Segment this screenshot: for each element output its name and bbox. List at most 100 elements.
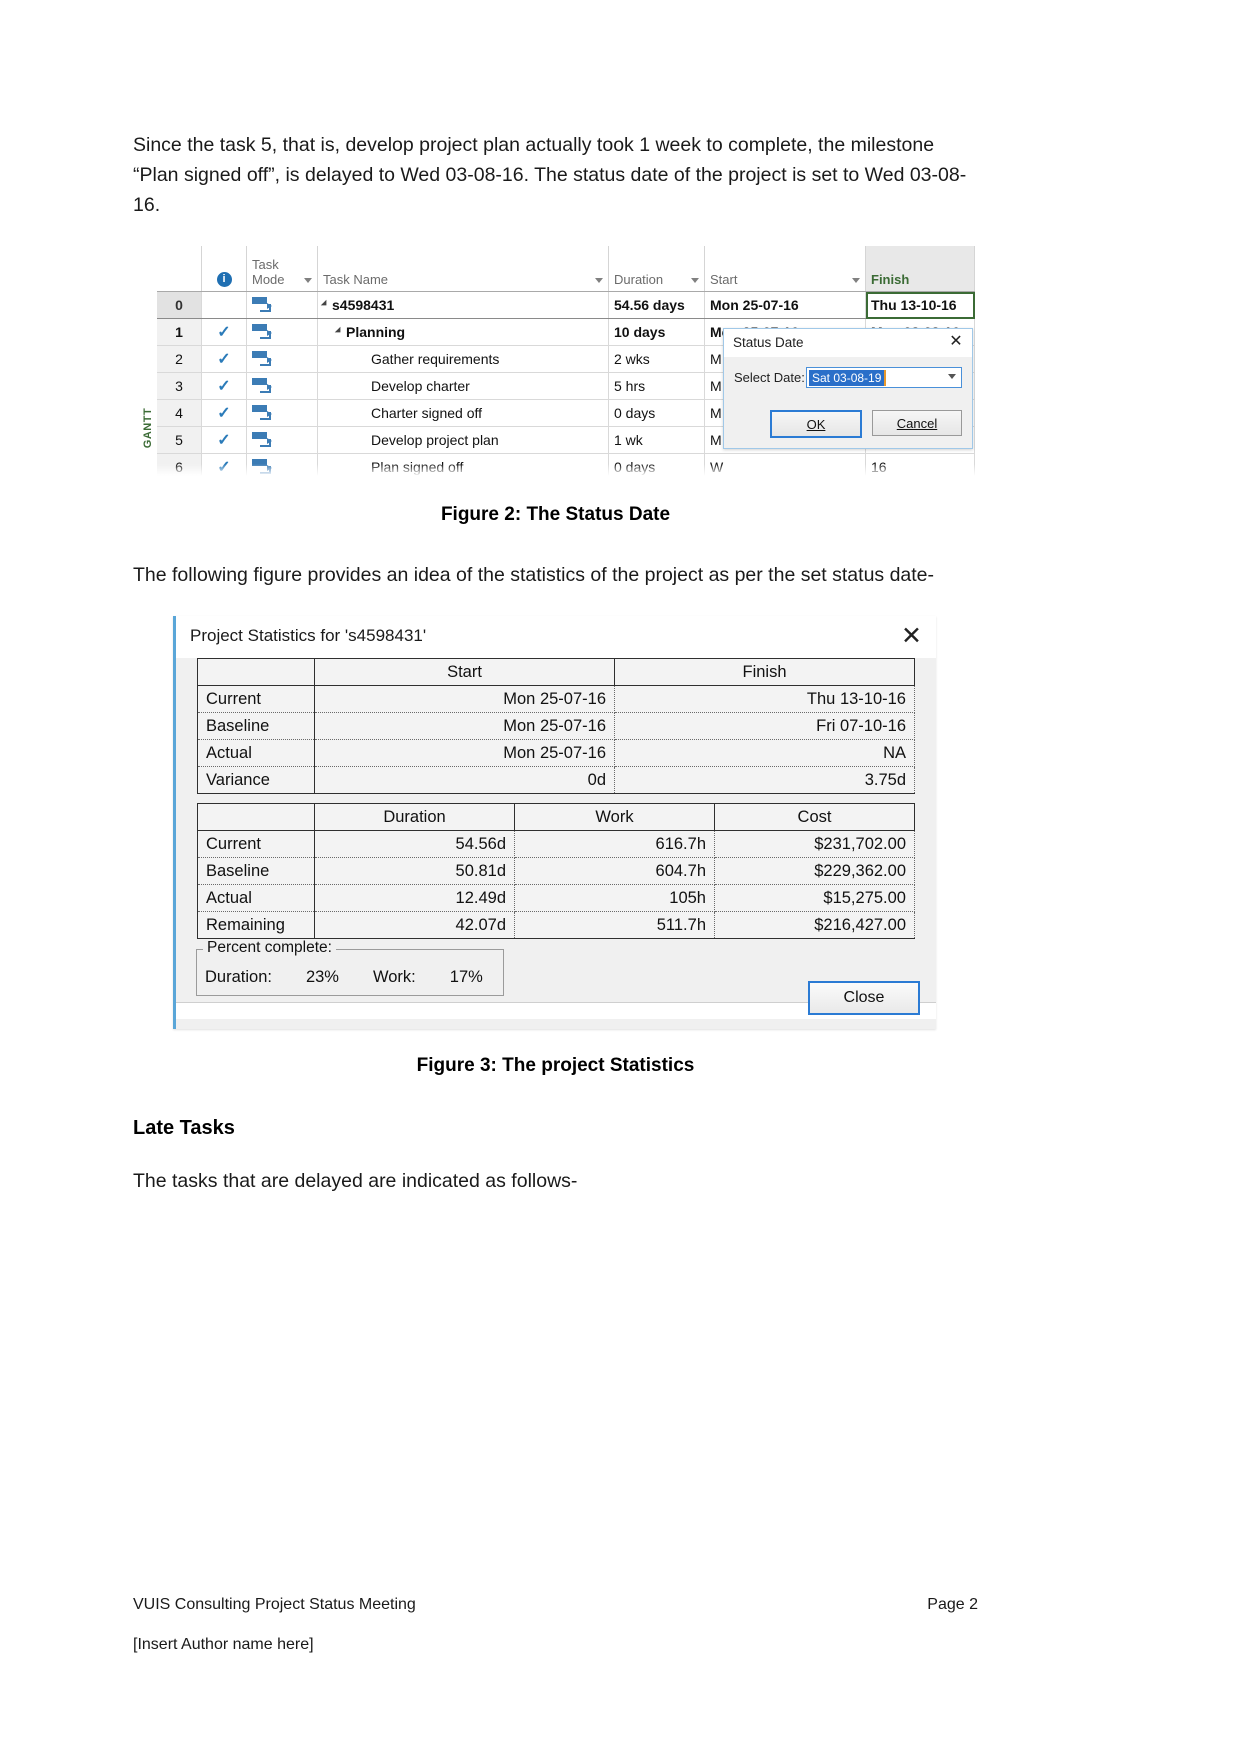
task-name-text: Planning (346, 324, 406, 340)
table-row[interactable]: 0 s4598431 54.56 days Mon 25-07-16 Thu 1… (157, 291, 975, 319)
row-task-name[interactable]: Plan signed off (317, 453, 609, 478)
close-icon[interactable]: ✕ (946, 332, 966, 352)
col-finish-header[interactable]: Finish (865, 246, 975, 292)
row-duration: 12.49d (314, 884, 515, 912)
close-icon[interactable]: ✕ (901, 622, 922, 650)
effort-col-work: Work (514, 803, 715, 831)
check-icon: ✓ (217, 458, 231, 476)
percent-duration-label: Duration: (205, 968, 272, 986)
row-indicator: ✓ (201, 372, 247, 400)
row-duration[interactable]: 0 days (608, 453, 705, 478)
select-date-label: Select Date: (734, 370, 805, 385)
row-task-name[interactable]: Planning (317, 318, 609, 346)
chevron-down-icon[interactable] (595, 278, 603, 283)
row-label: Actual (197, 884, 315, 912)
row-task-name[interactable]: s4598431 (317, 291, 609, 319)
task-name-text: Develop charter (371, 378, 470, 394)
row-duration: 50.81d (314, 857, 515, 885)
table-row[interactable]: 6 ✓ Plan signed off 0 days W 16 (157, 453, 975, 478)
row-duration[interactable]: 0 days (608, 399, 705, 427)
table-row: Actual 12.49d 105h $15,275.00 (197, 884, 915, 912)
col-info-header[interactable]: i (201, 246, 247, 292)
row-work: 616.7h (514, 830, 715, 858)
row-task-mode[interactable] (246, 291, 318, 319)
col-taskmode-label: Task Mode (252, 257, 285, 287)
page-footer: VUIS Consulting Project Status Meeting P… (133, 1596, 978, 1654)
col-taskmode-header[interactable]: Task Mode (246, 246, 318, 292)
col-start-header[interactable]: Start (704, 246, 866, 292)
row-duration[interactable]: 54.56 days (608, 291, 705, 319)
task-name-text: Gather requirements (371, 351, 500, 367)
row-duration[interactable]: 5 hrs (608, 372, 705, 400)
row-indicator: ✓ (201, 453, 247, 478)
row-task-mode[interactable] (246, 399, 318, 427)
row-task-mode[interactable] (246, 372, 318, 400)
table-row: Baseline 50.81d 604.7h $229,362.00 (197, 857, 915, 885)
select-date-combobox[interactable]: Sat 03-08-19 (806, 367, 962, 388)
cancel-button[interactable]: Cancel (872, 410, 962, 436)
row-duration[interactable]: 10 days (608, 318, 705, 346)
row-task-mode[interactable] (246, 318, 318, 346)
row-id: 2 (157, 345, 202, 373)
check-icon: ✓ (217, 404, 231, 422)
chevron-down-icon[interactable] (852, 278, 860, 283)
task-name-text: Charter signed off (371, 405, 483, 421)
table-row: Remaining 42.07d 511.7h $216,427.00 (197, 911, 915, 939)
table-row: Baseline Mon 25-07-16 Fri 07-10-16 (197, 712, 915, 740)
chevron-down-icon[interactable] (948, 374, 956, 379)
row-start: Mon 25-07-16 (314, 739, 615, 767)
dates-col-blank (197, 658, 315, 686)
table-row: Current Mon 25-07-16 Thu 13-10-16 (197, 685, 915, 713)
row-task-mode[interactable] (246, 426, 318, 454)
info-icon: i (216, 272, 232, 287)
auto-schedule-icon (252, 324, 272, 339)
row-task-name[interactable]: Develop charter (317, 372, 609, 400)
row-task-name[interactable]: Gather requirements (317, 345, 609, 373)
table-row: Current 54.56d 616.7h $231,702.00 (197, 830, 915, 858)
row-finish[interactable]: Thu 13-10-16 (865, 291, 975, 319)
status-date-dialog[interactable]: Status Date ✕ Select Date: Sat 03-08-19 … (723, 328, 973, 449)
intro-paragraph: Since the task 5, that is, develop proje… (133, 134, 967, 216)
check-icon: ✓ (217, 350, 231, 368)
statistics-effort-table: Duration Work Cost Current 54.56d 616.7h… (197, 803, 915, 939)
col-duration-header[interactable]: Duration (608, 246, 705, 292)
chevron-down-icon[interactable] (691, 278, 699, 283)
row-task-name[interactable]: Charter signed off (317, 399, 609, 427)
check-icon: ✓ (217, 323, 231, 341)
row-id: 4 (157, 399, 202, 427)
project-statistics-dialog[interactable]: Project Statistics for 's4598431' ✕ Star… (173, 616, 936, 1029)
late-tasks-heading: Late Tasks (133, 1117, 235, 1139)
percent-work-label: Work: (372, 968, 416, 986)
row-duration[interactable]: 1 wk (608, 426, 705, 454)
row-task-name[interactable]: Develop project plan (317, 426, 609, 454)
row-task-mode[interactable] (246, 345, 318, 373)
row-duration: 54.56d (314, 830, 515, 858)
gantt-view-label: GANTT (142, 407, 154, 449)
footer-author-placeholder: [Insert Author name here] (133, 1636, 314, 1653)
row-label: Remaining (197, 911, 315, 939)
row-indicator: ✓ (201, 318, 247, 346)
col-taskname-header[interactable]: Task Name (317, 246, 609, 292)
status-date-titlebar: Status Date ✕ (724, 329, 972, 357)
row-finish: Fri 07-10-16 (614, 712, 915, 740)
chevron-down-icon[interactable] (304, 278, 312, 283)
gantt-header-row: i Task Mode Task Name Duration Start Fin… (157, 246, 975, 292)
collapse-triangle-icon[interactable] (334, 326, 344, 336)
row-id: 3 (157, 372, 202, 400)
ok-button[interactable]: OK (770, 410, 862, 438)
task-name-text: Develop project plan (371, 432, 499, 448)
row-finish[interactable]: 16 (865, 453, 975, 478)
auto-schedule-icon (252, 351, 272, 366)
select-date-value: Sat 03-08-19 (809, 369, 887, 386)
close-button[interactable]: Close (808, 981, 920, 1015)
row-start[interactable]: W (704, 453, 866, 478)
row-finish: Thu 13-10-16 (614, 685, 915, 713)
status-date-buttons: OK Cancel (724, 396, 972, 448)
row-start[interactable]: Mon 25-07-16 (704, 291, 866, 319)
collapse-triangle-icon[interactable] (320, 299, 330, 309)
col-start-label: Start (710, 272, 738, 287)
row-task-mode[interactable] (246, 453, 318, 478)
row-work: 604.7h (514, 857, 715, 885)
row-duration[interactable]: 2 wks (608, 345, 705, 373)
row-finish: 3.75d (614, 766, 915, 794)
